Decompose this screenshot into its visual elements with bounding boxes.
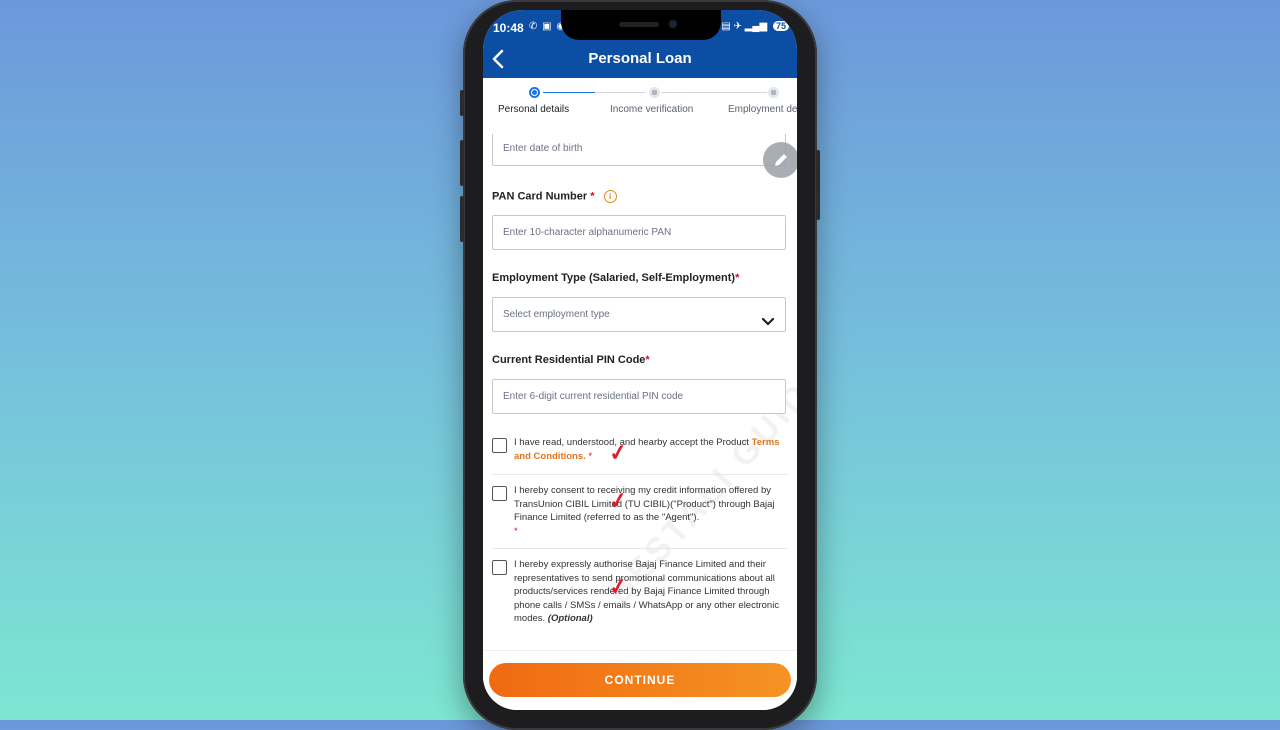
optional-marker: (Optional)	[547, 613, 593, 624]
pincode-label-text: Current Residential PIN Code	[492, 354, 646, 366]
terms-checkbox[interactable]	[492, 438, 507, 453]
front-camera	[669, 20, 677, 28]
dob-input[interactable]: Enter date of birth	[492, 134, 786, 166]
cibil-checkbox[interactable]	[492, 486, 507, 501]
lock-icon	[768, 87, 779, 98]
terms-text-body: I have read, understood, and hearby acce…	[514, 437, 752, 448]
continue-button[interactable]: CONTINUE	[489, 663, 791, 697]
consent-marketing: I hereby expressly authorise Bajaj Finan…	[492, 558, 788, 628]
pan-input[interactable]: Enter 10-character alphanumeric PAN	[492, 215, 786, 250]
marketing-checkbox[interactable]	[492, 560, 507, 575]
step-connector	[661, 92, 767, 93]
consent-cibil: I hereby consent to receiving my credit …	[492, 484, 788, 537]
required-marker: *	[585, 450, 593, 462]
step-connector	[543, 92, 595, 93]
step-personal-details[interactable]: Personal details	[498, 104, 569, 115]
lock-icon	[649, 87, 660, 98]
consent-terms: I have read, understood, and hearby acce…	[492, 436, 788, 470]
step-employment-details[interactable]: Employment de	[728, 104, 797, 115]
divider	[492, 474, 788, 475]
pan-label: PAN Card Number * i	[492, 190, 617, 203]
power-button	[816, 150, 820, 220]
app-bar: Personal Loan	[483, 46, 797, 78]
check-mark-icon: ✓	[607, 438, 630, 467]
page-title: Personal Loan	[588, 50, 692, 67]
phone-frame: 10:48 ✆ ▣ ◉ ▤ ✈ ▂▄▆ 75 Personal Loan Per…	[460, 0, 820, 730]
required-marker: *	[735, 272, 740, 284]
status-right: ▤ ✈ ▂▄▆ 75	[721, 21, 789, 32]
chevron-down-icon	[761, 306, 775, 339]
form-content: BESTALI GUIDE Enter date of birth PAN Ca…	[483, 134, 797, 654]
required-marker: *	[590, 190, 595, 203]
volume-down-button	[460, 196, 464, 242]
camera-notch	[561, 10, 721, 40]
cibil-text: I hereby consent to receiving my credit …	[514, 484, 788, 538]
volume-up-button	[460, 140, 464, 186]
battery-icon: 75	[772, 21, 789, 31]
progress-stepper: Personal details Income verification Emp…	[483, 78, 797, 134]
employment-label: Employment Type (Salaried, Self-Employme…	[492, 272, 739, 284]
pencil-icon[interactable]	[763, 142, 797, 178]
cibil-text-body: I hereby consent to receiving my credit …	[514, 485, 775, 523]
mute-switch	[460, 90, 464, 116]
phone-screen: 10:48 ✆ ▣ ◉ ▤ ✈ ▂▄▆ 75 Personal Loan Per…	[483, 10, 797, 710]
info-icon[interactable]: i	[603, 190, 617, 203]
check-mark-icon: ✓	[607, 486, 630, 515]
bottom-bar: CONTINUE	[483, 650, 797, 710]
pan-label-text: PAN Card Number	[492, 190, 588, 203]
status-time: 10:48	[493, 21, 524, 35]
check-mark-icon: ✓	[607, 572, 630, 601]
marketing-text: I hereby expressly authorise Bajaj Finan…	[514, 558, 788, 626]
terms-text: I have read, understood, and hearby acce…	[514, 436, 788, 463]
employment-select[interactable]: Select employment type	[492, 297, 786, 332]
employment-label-text: Employment Type (Salaried, Self-Employme…	[492, 272, 736, 284]
pincode-label: Current Residential PIN Code*	[492, 354, 650, 366]
signal-icons: ▤ ✈ ▂▄▆	[721, 21, 768, 32]
pincode-input[interactable]: Enter 6-digit current residential PIN co…	[492, 379, 786, 414]
step-income-verification[interactable]: Income verification	[610, 104, 693, 115]
employment-select-value: Select employment type	[503, 309, 610, 320]
status-bar: 10:48 ✆ ▣ ◉ ▤ ✈ ▂▄▆ 75	[483, 10, 797, 46]
required-marker: *	[645, 354, 650, 366]
speaker-grille	[619, 22, 659, 27]
step-connector	[595, 92, 645, 93]
divider	[492, 548, 788, 549]
step-dot-active	[529, 87, 540, 98]
required-marker: *	[514, 525, 518, 537]
